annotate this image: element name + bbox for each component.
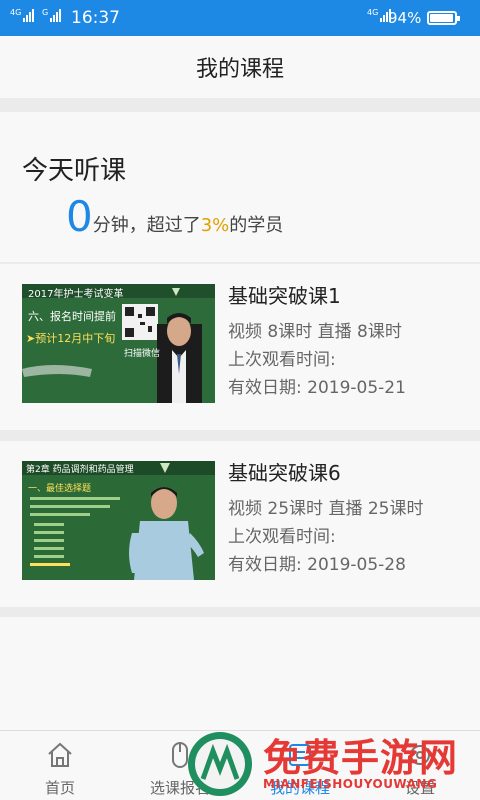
battery-percent: 94%: [388, 9, 422, 27]
network-type: 4G: [10, 8, 22, 17]
thumb-item: 六、报名时间提前: [28, 310, 116, 323]
battery-icon: [427, 11, 460, 25]
title-bar: 我的课程: [0, 36, 480, 98]
last-watched: 上次观看时间:: [228, 527, 336, 547]
signal-icon: 4G: [10, 8, 35, 22]
thumb-bullet: ➤预计12月中下旬: [26, 332, 116, 345]
course-card[interactable]: 第2章 药品调剂和药品管理 一、最佳选择题 基础突破课6 视频 25课时 直播 …: [0, 441, 480, 607]
course-hours: 视频 25课时 直播 25课时: [228, 499, 424, 519]
valid-until: 有效日期: 2019-05-21: [228, 378, 406, 398]
clock: 16:37: [71, 8, 120, 28]
tab-label: 首页: [44, 779, 75, 797]
percent-value: 3%: [200, 215, 230, 236]
today-study-panel: 今天听课 0 分钟，超过了 3% 的学员: [0, 112, 480, 262]
watermark-text: 免费手游网: [263, 736, 459, 780]
home-icon: [45, 740, 75, 774]
network-type-2: G: [42, 8, 49, 17]
thumb-caption: 扫描微信: [124, 349, 161, 359]
page-title: 我的课程: [195, 57, 284, 82]
course-card[interactable]: 2017年护士考试变革 六、报名时间提前 ➤预计12月中下旬 扫描微信 基础突破…: [0, 264, 480, 430]
watermark: 免费手游网 MIANFEISHOUYOUWANG: [183, 727, 480, 800]
thumb-item: 一、最佳选择题: [28, 484, 92, 494]
signal-icon-2: G: [42, 8, 62, 22]
network-type-right: 4G: [367, 8, 379, 17]
empty-area: [0, 617, 480, 730]
last-watched: 上次观看时间:: [228, 350, 336, 370]
tab-home[interactable]: 首页: [0, 731, 120, 800]
thumb-headline: 2017年护士考试变革: [28, 289, 124, 300]
status-bar: 4G G 16:37 4G 94%: [0, 0, 480, 36]
minutes-count: 0: [66, 192, 93, 241]
watermark-logo-icon: [188, 732, 252, 796]
course-thumbnail[interactable]: 第2章 药品调剂和药品管理 一、最佳选择题: [22, 461, 215, 580]
today-stat: 0 分钟，超过了 3% 的学员: [66, 196, 283, 238]
course-name[interactable]: 基础突破课6: [228, 459, 423, 487]
stat-text-before: 分钟，超过了: [92, 215, 201, 236]
course-name[interactable]: 基础突破课1: [228, 282, 406, 310]
thumb-headline: 第2章 药品调剂和药品管理: [26, 465, 134, 475]
course-hours: 视频 8课时 直播 8课时: [228, 322, 402, 342]
stat-text-after: 的学员: [229, 215, 284, 236]
course-thumbnail[interactable]: 2017年护士考试变革 六、报名时间提前 ➤预计12月中下旬 扫描微信: [22, 284, 215, 403]
watermark-subtext: MIANFEISHOUYOUWANG: [263, 777, 438, 791]
valid-until: 有效日期: 2019-05-28: [228, 555, 406, 575]
today-heading: 今天听课: [22, 156, 127, 186]
